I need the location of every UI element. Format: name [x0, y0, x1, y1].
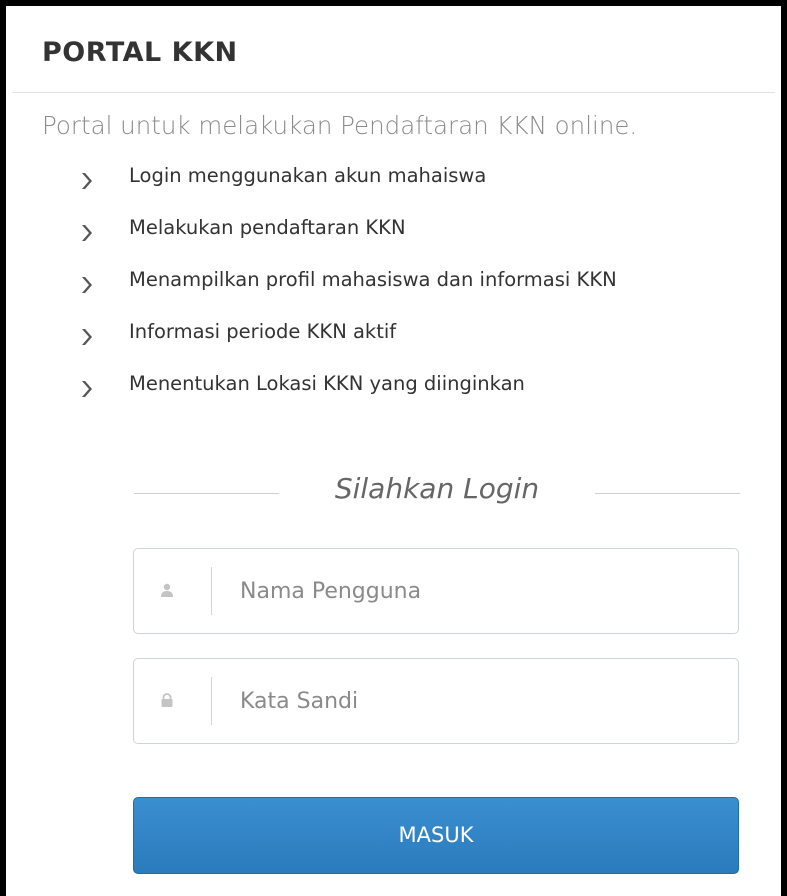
- feature-item: Login menggunakan akun mahaiswa: [6, 161, 766, 213]
- addon-separator: [211, 677, 212, 725]
- password-addon: [134, 659, 212, 743]
- feature-item: Menentukan Lokasi KKN yang diinginkan: [6, 369, 766, 421]
- feature-label: Menentukan Lokasi KKN yang diinginkan: [129, 372, 525, 395]
- username-addon: [134, 549, 212, 633]
- feature-item: Menampilkan profil mahasiswa dan informa…: [6, 265, 766, 317]
- user-icon: [161, 583, 173, 597]
- chevron-right-icon: [82, 329, 92, 345]
- chevron-right-icon: [82, 225, 92, 241]
- feature-item: Informasi periode KKN aktif: [6, 317, 766, 369]
- page-title: PORTAL KKN: [42, 37, 238, 68]
- feature-item: Melakukan pendaftaran KKN: [6, 213, 766, 265]
- login-heading-text: Silahkan Login: [334, 472, 540, 505]
- heading-rule-right: [595, 493, 740, 494]
- chevron-right-icon: [82, 277, 92, 293]
- feature-list: Login menggunakan akun mahaiswa Melakuka…: [6, 161, 766, 421]
- feature-label: Login menggunakan akun mahaiswa: [129, 164, 487, 187]
- chevron-right-icon: [82, 381, 92, 397]
- password-field[interactable]: [133, 658, 739, 744]
- password-input[interactable]: [240, 679, 710, 723]
- feature-label: Informasi periode KKN aktif: [129, 320, 397, 343]
- chevron-right-icon: [82, 173, 92, 189]
- feature-label: Menampilkan profil mahasiswa dan informa…: [129, 268, 617, 291]
- title-divider: [12, 92, 775, 93]
- portal-subtitle: Portal untuk melakukan Pendaftaran KKN o…: [42, 111, 638, 140]
- addon-separator: [211, 567, 212, 615]
- feature-label: Melakukan pendaftaran KKN: [129, 216, 406, 239]
- username-input[interactable]: [240, 569, 710, 613]
- username-field[interactable]: [133, 548, 739, 634]
- lock-icon: [161, 693, 173, 707]
- portal-panel: PORTAL KKN Portal untuk melakukan Pendaf…: [0, 0, 787, 896]
- login-button[interactable]: MASUK: [133, 797, 739, 874]
- login-heading: Silahkan Login: [134, 468, 740, 518]
